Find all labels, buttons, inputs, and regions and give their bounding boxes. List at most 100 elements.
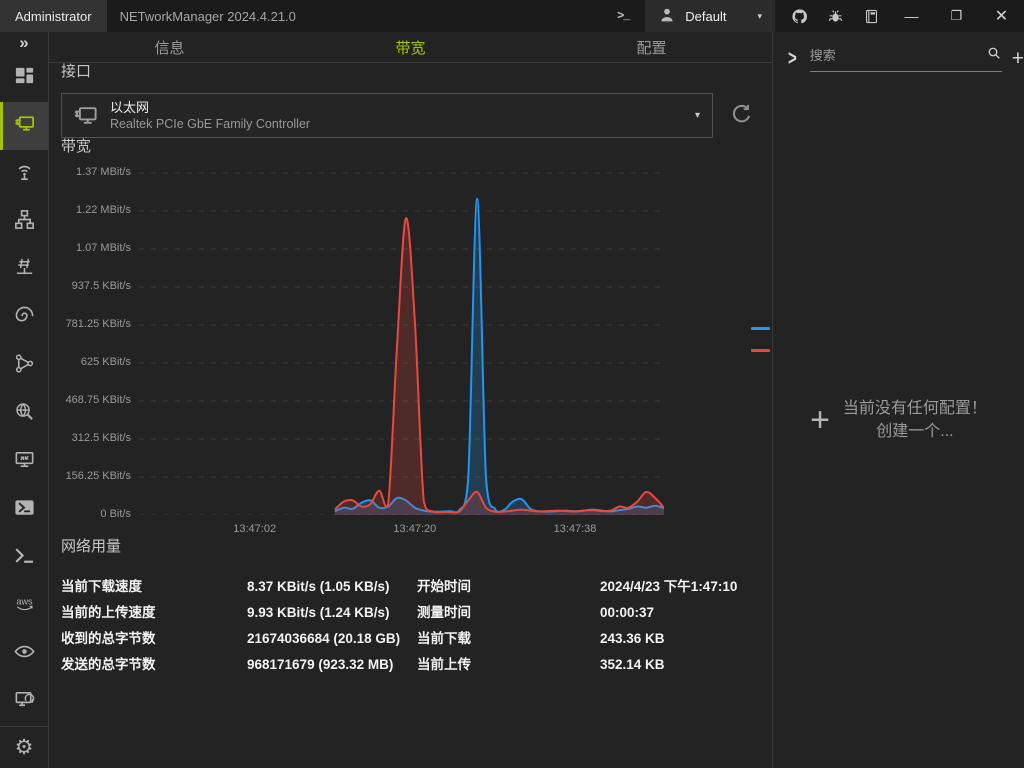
discovery-eye-icon [13,640,36,668]
sidebar-item-wlan[interactable] [0,150,48,198]
y-tick-label: 625 KBit/s [81,356,131,368]
sidebar-item-discovery-eye[interactable] [0,630,48,678]
profile-caret-icon: ▾ [757,11,762,22]
y-tick-label: 1.37 MBit/s [76,166,131,178]
aws-icon: aws [13,592,36,620]
download-series-line [335,199,664,513]
close-button[interactable]: ✕ [979,0,1024,32]
download-series-area [335,199,664,515]
sidebar-item-lookup[interactable] [0,294,48,342]
search-icon [986,45,1002,66]
documentation-icon[interactable] [853,0,889,32]
stat-label: 测量时间 [417,604,600,621]
chart-y-axis: 1.37 MBit/s1.22 MBit/s1.07 MBit/s937.5 K… [61,159,139,515]
remote-desktop-icon [13,448,36,476]
profiles-empty-state: + 当前没有任何配置！ 创建一个... [773,397,1024,443]
search-input[interactable] [810,48,986,63]
y-tick-label: 156.25 KBit/s [66,470,131,482]
subnet-calculator-icon [13,256,36,284]
collapse-panel-icon[interactable]: > [788,47,797,71]
sidebar-item-network-interface[interactable] [0,102,48,150]
refresh-button[interactable] [722,97,760,135]
adapter-name: 以太网 [110,100,310,115]
settings-gear-icon: ⚙ [15,737,34,758]
lookup-icon [13,304,36,332]
y-tick-label: 937.5 KBit/s [72,280,131,292]
stat-label: 发送的总字节数 [61,656,247,673]
network-usage-stats: 当前下载速度8.37 KBit/s (1.05 KB/s)开始时间2024/4/… [61,578,760,673]
interface-combobox[interactable]: 以太网 Realtek PCIe GbE Family Controller ▾ [61,93,713,138]
usage-section-header: 网络用量 [61,538,760,556]
stat-value: 8.37 KBit/s (1.05 KB/s) [247,578,417,595]
minimize-button[interactable]: — [889,0,934,32]
profile-search-field[interactable] [810,45,1002,72]
sidebar-item-connections[interactable] [0,342,48,390]
sidebar-item-terminal[interactable] [0,534,48,582]
network-interface-icon [13,112,36,140]
dashboard-icon [13,64,36,92]
sidebar-item-aws[interactable]: aws [0,582,48,630]
tab-information[interactable]: 信息 [49,32,290,62]
interface-section-header: 接口 [61,63,760,81]
chart-plot-area [139,159,664,515]
adapter-description: Realtek PCIe GbE Family Controller [110,117,310,132]
sidebar-item-powershell[interactable] [0,486,48,534]
x-tick-label: 13:47:38 [543,523,607,535]
stat-value: 2024/4/23 下午1:47:10 [600,578,760,595]
sidebar-item-dns-lookup[interactable] [0,390,48,438]
svg-text:aws: aws [16,596,33,606]
stat-label: 当前下载速度 [61,578,247,595]
expand-chevrons-icon[interactable]: » [0,32,48,54]
profile-name: Default [685,9,726,24]
y-tick-label: 468.75 KBit/s [66,394,131,406]
user-icon [658,6,676,27]
dns-lookup-icon [13,400,36,428]
main-content: 信息带宽配置 接口 以太网 Realtek PCIe GbE Family Co… [49,32,772,768]
stat-label: 当前上传 [417,656,600,673]
tab-configuration[interactable]: 配置 [531,32,772,62]
y-tick-label: 781.25 KBit/s [66,318,131,330]
empty-message-line2: 创建一个... [843,420,987,443]
ethernet-adapter-icon [72,102,99,129]
titlebar: Administrator NETworkManager 2024.4.21.0… [0,0,1024,32]
x-tick-label: 13:47:02 [223,523,287,535]
chart-x-axis: 13:47:02 13:47:20 13:47:38 [139,520,664,538]
stat-value: 352.14 KB [600,656,760,673]
view-tabs: 信息带宽配置 [49,32,772,63]
maximize-button[interactable]: ❐ [934,0,979,32]
combobox-caret-icon[interactable]: ▾ [695,110,700,121]
profile-selector[interactable]: Default ▾ [645,0,775,32]
stat-label: 当前的上传速度 [61,604,247,621]
x-tick-label: 13:47:20 [383,523,447,535]
upload-series-line [335,218,664,512]
download-series-swatch [751,327,770,330]
stat-label: 收到的总字节数 [61,630,247,647]
bug-report-icon[interactable] [817,0,853,32]
sidebar-item-dashboard[interactable] [0,54,48,102]
stat-value: 243.36 KB [600,630,760,647]
titlebar-controls: >_ Default ▾ — ❐ ✕ [605,0,1024,32]
terminal-icon [13,544,36,572]
y-tick-label: 1.22 MBit/s [76,204,131,216]
stat-value: 9.93 KBit/s (1.24 KB/s) [247,604,417,621]
stat-value: 21674036684 (20.18 GB) [247,630,417,647]
terminal-icon[interactable]: >_ [605,0,641,32]
wlan-icon [13,160,36,188]
tab-bandwidth[interactable]: 带宽 [290,32,531,62]
github-icon[interactable] [781,0,817,32]
add-profile-button[interactable]: + [1012,48,1024,69]
sidebar-item-settings[interactable]: ⚙ [0,727,48,768]
connections-icon [13,352,36,380]
wake-on-lan-icon [13,688,36,716]
admin-badge: Administrator [0,0,107,32]
sidebar-item-remote-desktop[interactable] [0,438,48,486]
sidebar: » aws ⚙ [0,32,49,768]
sidebar-item-network-topology[interactable] [0,198,48,246]
admin-label: Administrator [15,9,92,24]
stat-label: 当前下载 [417,630,600,647]
sidebar-item-subnet-calculator[interactable] [0,246,48,294]
bandwidth-chart: 1.37 MBit/s1.22 MBit/s1.07 MBit/s937.5 K… [61,159,760,538]
create-profile-plus-icon[interactable]: + [810,403,830,437]
app-title: NETworkManager 2024.4.21.0 [120,9,296,24]
sidebar-item-wake-on-lan[interactable] [0,678,48,726]
